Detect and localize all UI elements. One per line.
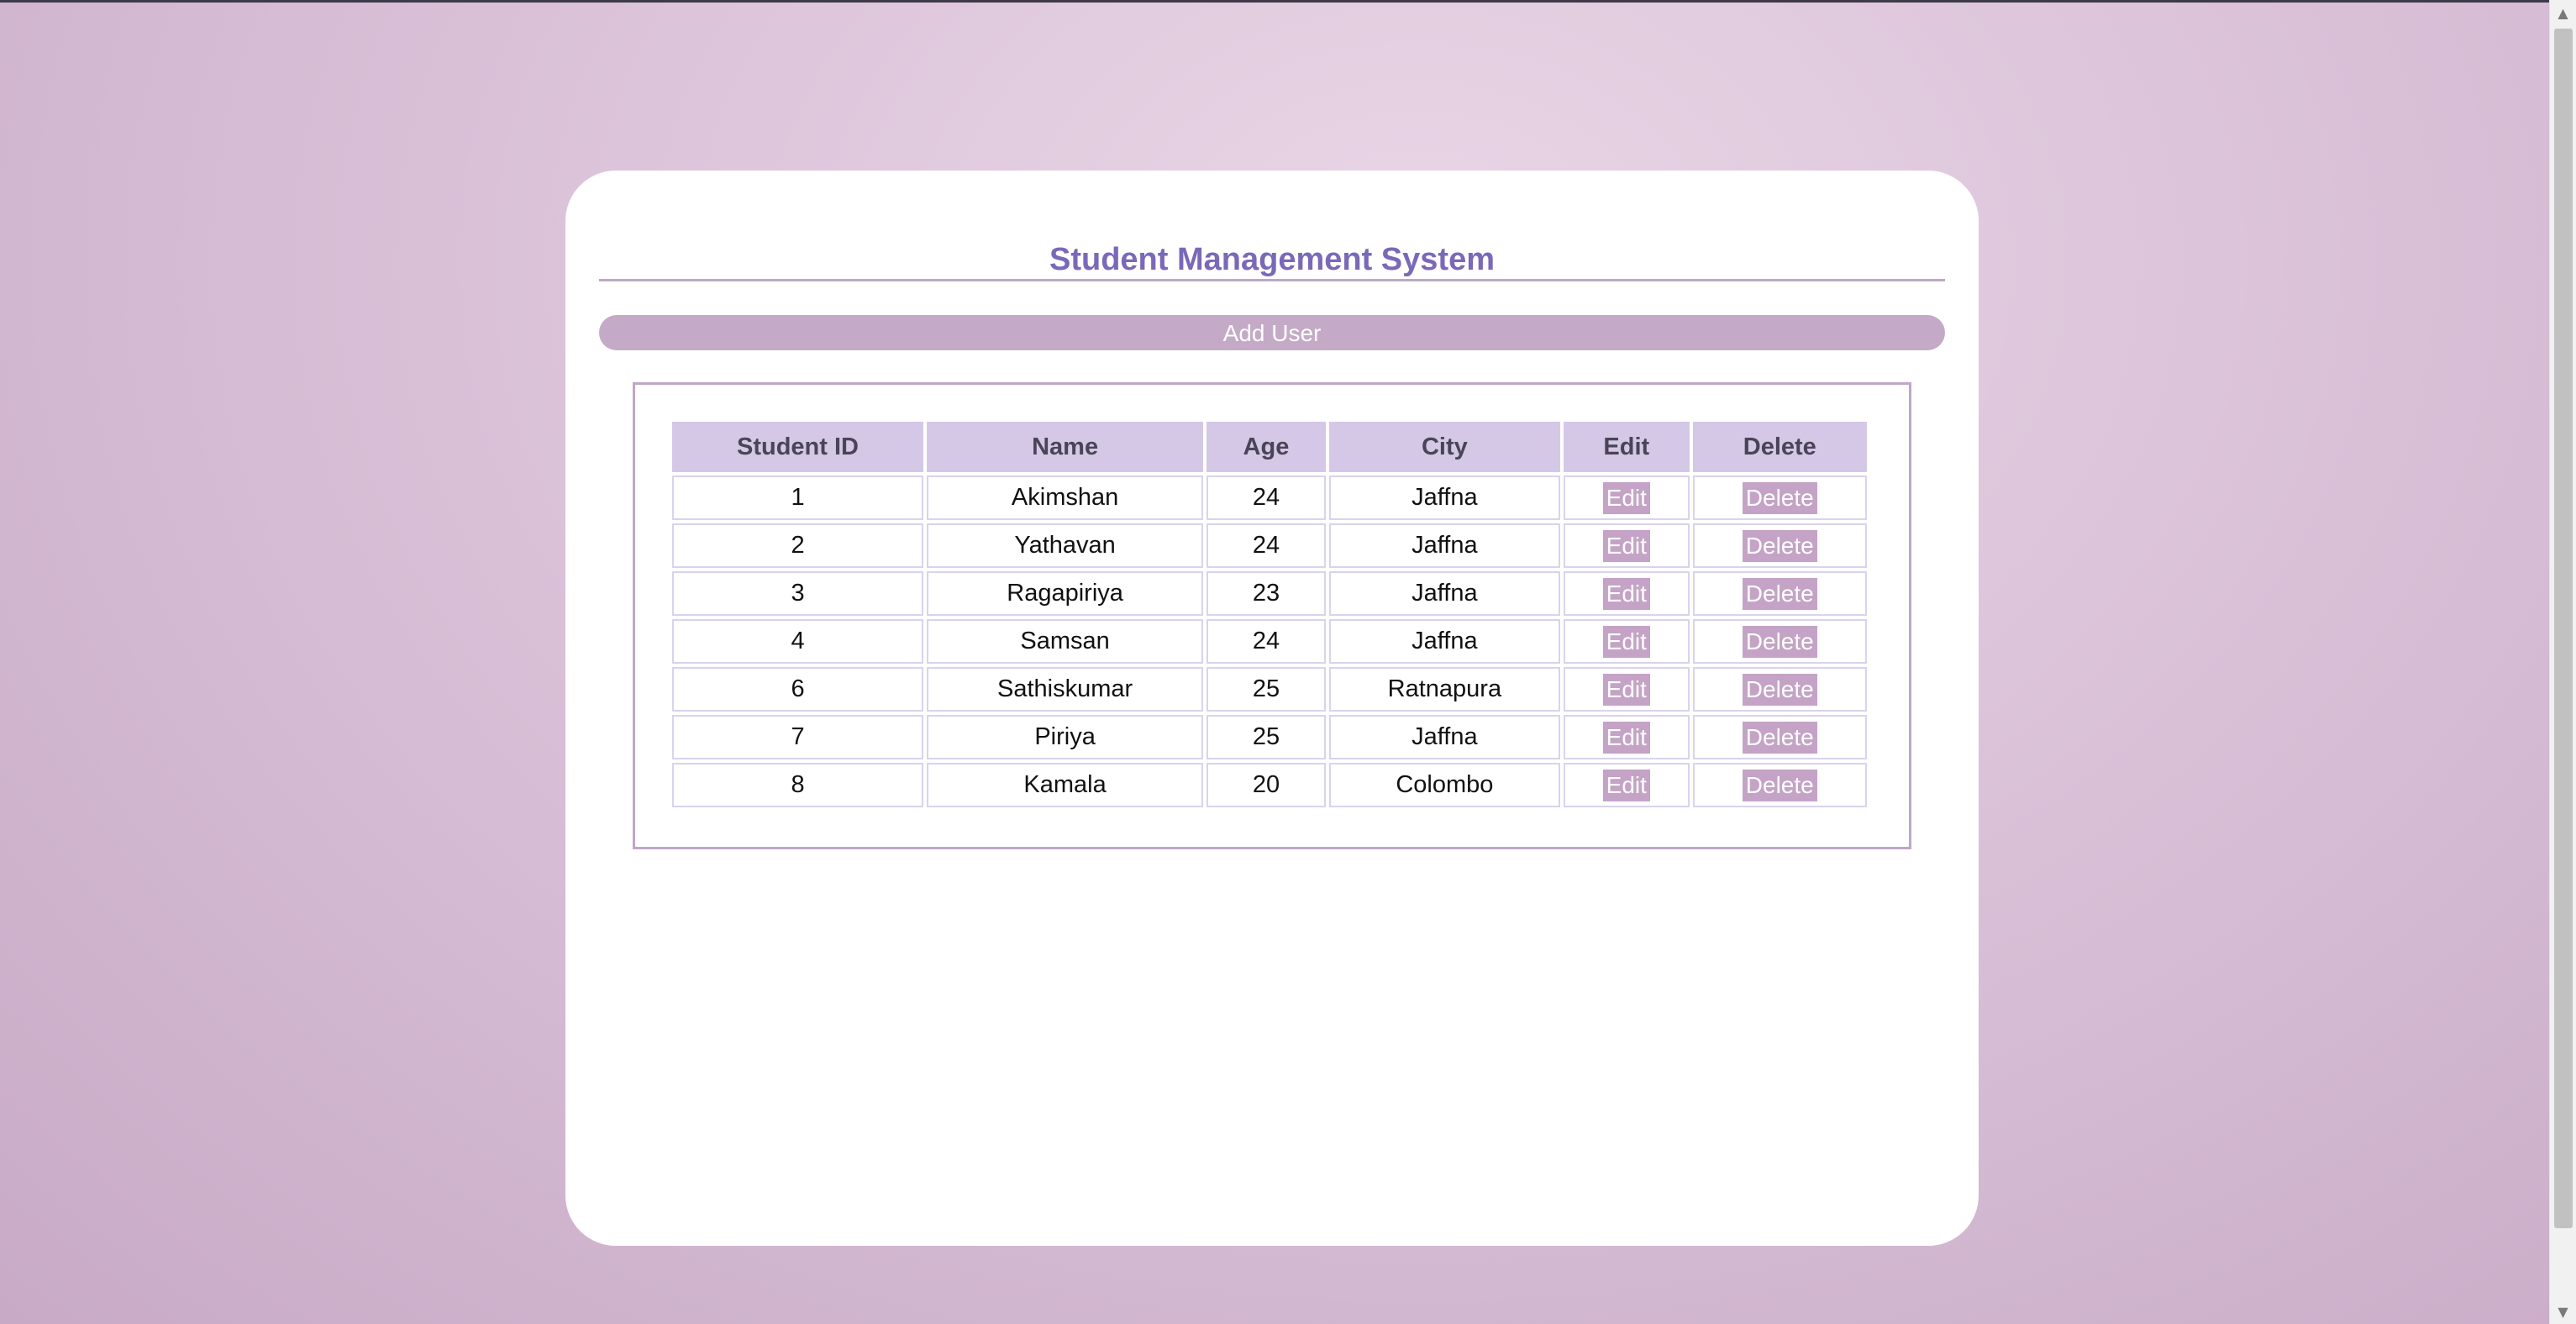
cell-edit: Edit (1564, 715, 1690, 759)
edit-button[interactable]: Edit (1602, 721, 1650, 754)
column-header-student-id: Student ID (672, 422, 924, 472)
cell-city: Jaffna (1328, 475, 1561, 520)
cell-age: 24 (1207, 523, 1326, 568)
column-header-city: City (1328, 422, 1561, 472)
cell-student-id: 2 (672, 523, 924, 568)
cell-name: Kamala (927, 763, 1204, 807)
cell-name: Ragapiriya (927, 571, 1204, 616)
edit-button[interactable]: Edit (1602, 529, 1650, 562)
cell-age: 20 (1207, 763, 1326, 807)
edit-button[interactable]: Edit (1602, 673, 1650, 706)
column-header-age: Age (1207, 422, 1326, 472)
cell-delete: Delete (1692, 523, 1867, 568)
add-user-button[interactable]: Add User (599, 315, 1945, 350)
cell-name: Akimshan (927, 475, 1204, 520)
cell-student-id: 4 (672, 619, 924, 664)
cell-student-id: 6 (672, 667, 924, 712)
table-row: 4 Samsan 24 Jaffna Edit Delete (672, 619, 1867, 664)
cell-age: 24 (1207, 619, 1326, 664)
cell-edit: Edit (1564, 619, 1690, 664)
cell-student-id: 3 (672, 571, 924, 616)
edit-button[interactable]: Edit (1602, 481, 1650, 514)
cell-edit: Edit (1564, 475, 1690, 520)
delete-button[interactable]: Delete (1742, 577, 1817, 610)
cell-name: Sathiskumar (927, 667, 1204, 712)
scrollbar-thumb[interactable] (2554, 29, 2573, 1228)
delete-button[interactable]: Delete (1742, 769, 1817, 801)
table-row: 6 Sathiskumar 25 Ratnapura Edit Delete (672, 667, 1867, 712)
cell-name: Piriya (927, 715, 1204, 759)
cell-age: 25 (1207, 715, 1326, 759)
cell-delete: Delete (1692, 475, 1867, 520)
cell-city: Jaffna (1328, 523, 1561, 568)
table-row: 1 Akimshan 24 Jaffna Edit Delete (672, 475, 1867, 520)
cell-name: Samsan (927, 619, 1204, 664)
vertical-scrollbar[interactable]: ▲ ▼ (2549, 0, 2576, 1324)
table-container: Student ID Name Age City Edit Delete 1 A… (633, 382, 1911, 849)
edit-button[interactable]: Edit (1602, 769, 1650, 801)
delete-button[interactable]: Delete (1742, 625, 1817, 658)
table-row: 3 Ragapiriya 23 Jaffna Edit Delete (672, 571, 1867, 616)
table-row: 7 Piriya 25 Jaffna Edit Delete (672, 715, 1867, 759)
delete-button[interactable]: Delete (1742, 673, 1817, 706)
delete-button[interactable]: Delete (1742, 529, 1817, 562)
column-header-edit: Edit (1564, 422, 1690, 472)
cell-edit: Edit (1564, 571, 1690, 616)
cell-age: 24 (1207, 475, 1326, 520)
page-title: Student Management System (1049, 242, 1495, 277)
scroll-up-arrow-icon[interactable]: ▲ (2550, 0, 2576, 25)
title-divider (599, 279, 1945, 281)
cell-student-id: 8 (672, 763, 924, 807)
cell-delete: Delete (1692, 667, 1867, 712)
cell-edit: Edit (1564, 523, 1690, 568)
edit-button[interactable]: Edit (1602, 577, 1650, 610)
cell-city: Jaffna (1328, 619, 1561, 664)
cell-city: Jaffna (1328, 571, 1561, 616)
table-row: 8 Kamala 20 Colombo Edit Delete (672, 763, 1867, 807)
column-header-name: Name (927, 422, 1204, 472)
cell-delete: Delete (1692, 571, 1867, 616)
cell-delete: Delete (1692, 619, 1867, 664)
column-header-delete: Delete (1692, 422, 1867, 472)
cell-edit: Edit (1564, 667, 1690, 712)
cell-city: Ratnapura (1328, 667, 1561, 712)
edit-button[interactable]: Edit (1602, 625, 1650, 658)
delete-button[interactable]: Delete (1742, 481, 1817, 514)
cell-city: Jaffna (1328, 715, 1561, 759)
cell-age: 25 (1207, 667, 1326, 712)
table-row: 2 Yathavan 24 Jaffna Edit Delete (672, 523, 1867, 568)
cell-name: Yathavan (927, 523, 1204, 568)
cell-delete: Delete (1692, 715, 1867, 759)
cell-age: 23 (1207, 571, 1326, 616)
delete-button[interactable]: Delete (1742, 721, 1817, 754)
cell-edit: Edit (1564, 763, 1690, 807)
cell-city: Colombo (1328, 763, 1561, 807)
cell-delete: Delete (1692, 763, 1867, 807)
table-header-row: Student ID Name Age City Edit Delete (672, 422, 1867, 472)
students-table: Student ID Name Age City Edit Delete 1 A… (669, 418, 1870, 811)
scroll-down-arrow-icon[interactable]: ▼ (2550, 1299, 2576, 1324)
main-card: Student Management System Add User Stude… (565, 171, 1979, 1246)
window-top-border (0, 0, 2549, 3)
cell-student-id: 1 (672, 475, 924, 520)
cell-student-id: 7 (672, 715, 924, 759)
